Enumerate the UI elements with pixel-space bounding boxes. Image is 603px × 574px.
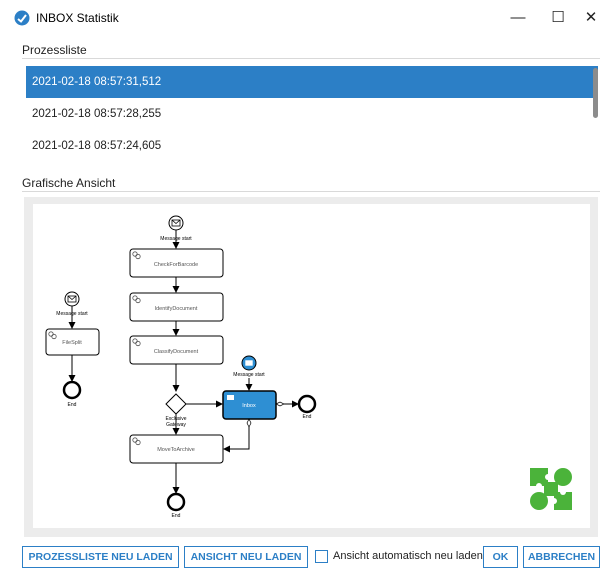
left-message-start-event: [64, 291, 80, 307]
ok-button[interactable]: OK: [483, 546, 518, 568]
window-title: INBOX Statistik: [36, 11, 119, 25]
main-end-event: [166, 492, 186, 512]
auto-reload-label: Ansicht automatisch neu laden: [333, 550, 483, 562]
task-label: IdentifyDocument: [155, 306, 198, 312]
task-label: CheckForBarcode: [154, 262, 198, 268]
left-end-event: [62, 380, 82, 400]
diagram-canvas: Message start CheckForBarcode IdentifyDo…: [33, 204, 590, 528]
task-label: FileSplit: [62, 340, 82, 346]
exclusive-gateway: [165, 393, 187, 415]
bpmn-diagram: Message start CheckForBarcode IdentifyDo…: [45, 215, 572, 519]
process-list-heading: Prozessliste: [22, 43, 87, 57]
process-list-scrollbar[interactable]: [593, 68, 598, 118]
footer-bar: PROZESSLISTE NEU LADEN ANSICHT NEU LADEN…: [0, 546, 603, 574]
process-list-item[interactable]: 2021-02-18 08:57:31,512: [26, 66, 598, 98]
reload-process-list-button[interactable]: PROZESSLISTE NEU LADEN: [22, 546, 179, 568]
process-list-item[interactable]: 2021-02-18 08:57:28,255: [26, 98, 598, 130]
title-bar: INBOX Statistik — ☐ ✕: [0, 0, 603, 36]
maximize-button[interactable]: ☐: [541, 4, 575, 32]
reload-view-button[interactable]: ANSICHT NEU LADEN: [184, 546, 308, 568]
task-label: MoveToArchive: [157, 447, 195, 453]
process-list[interactable]: 2021-02-18 08:57:31,512 2021-02-18 08:57…: [26, 66, 598, 158]
graphic-view-divider: [22, 191, 600, 192]
app-logo-icon: [14, 10, 30, 26]
inbox-end-event: [297, 394, 317, 414]
main-message-start-event: [168, 215, 184, 231]
task-label: ClassifyDocument: [154, 349, 199, 355]
close-button[interactable]: ✕: [578, 4, 603, 32]
task-label: Inbox: [242, 403, 256, 409]
main-end-label: End: [172, 513, 181, 519]
minimize-button[interactable]: —: [501, 4, 535, 32]
inbox-end-label: End: [303, 414, 312, 420]
cancel-button[interactable]: ABBRECHEN: [523, 546, 600, 568]
inbox-message-start-event: [241, 355, 257, 371]
statistics-window: INBOX Statistik — ☐ ✕ Prozessliste 2021-…: [0, 0, 603, 574]
graphic-view-heading: Grafische Ansicht: [22, 176, 116, 190]
auto-reload-checkbox[interactable]: [315, 550, 328, 563]
process-list-item[interactable]: 2021-02-18 08:57:24,605: [26, 130, 598, 158]
left-end-label: End: [68, 402, 77, 408]
puzzle-logo-icon: [530, 468, 572, 510]
inbox-start-label: Message start: [233, 372, 265, 378]
process-list-divider: [22, 58, 600, 59]
